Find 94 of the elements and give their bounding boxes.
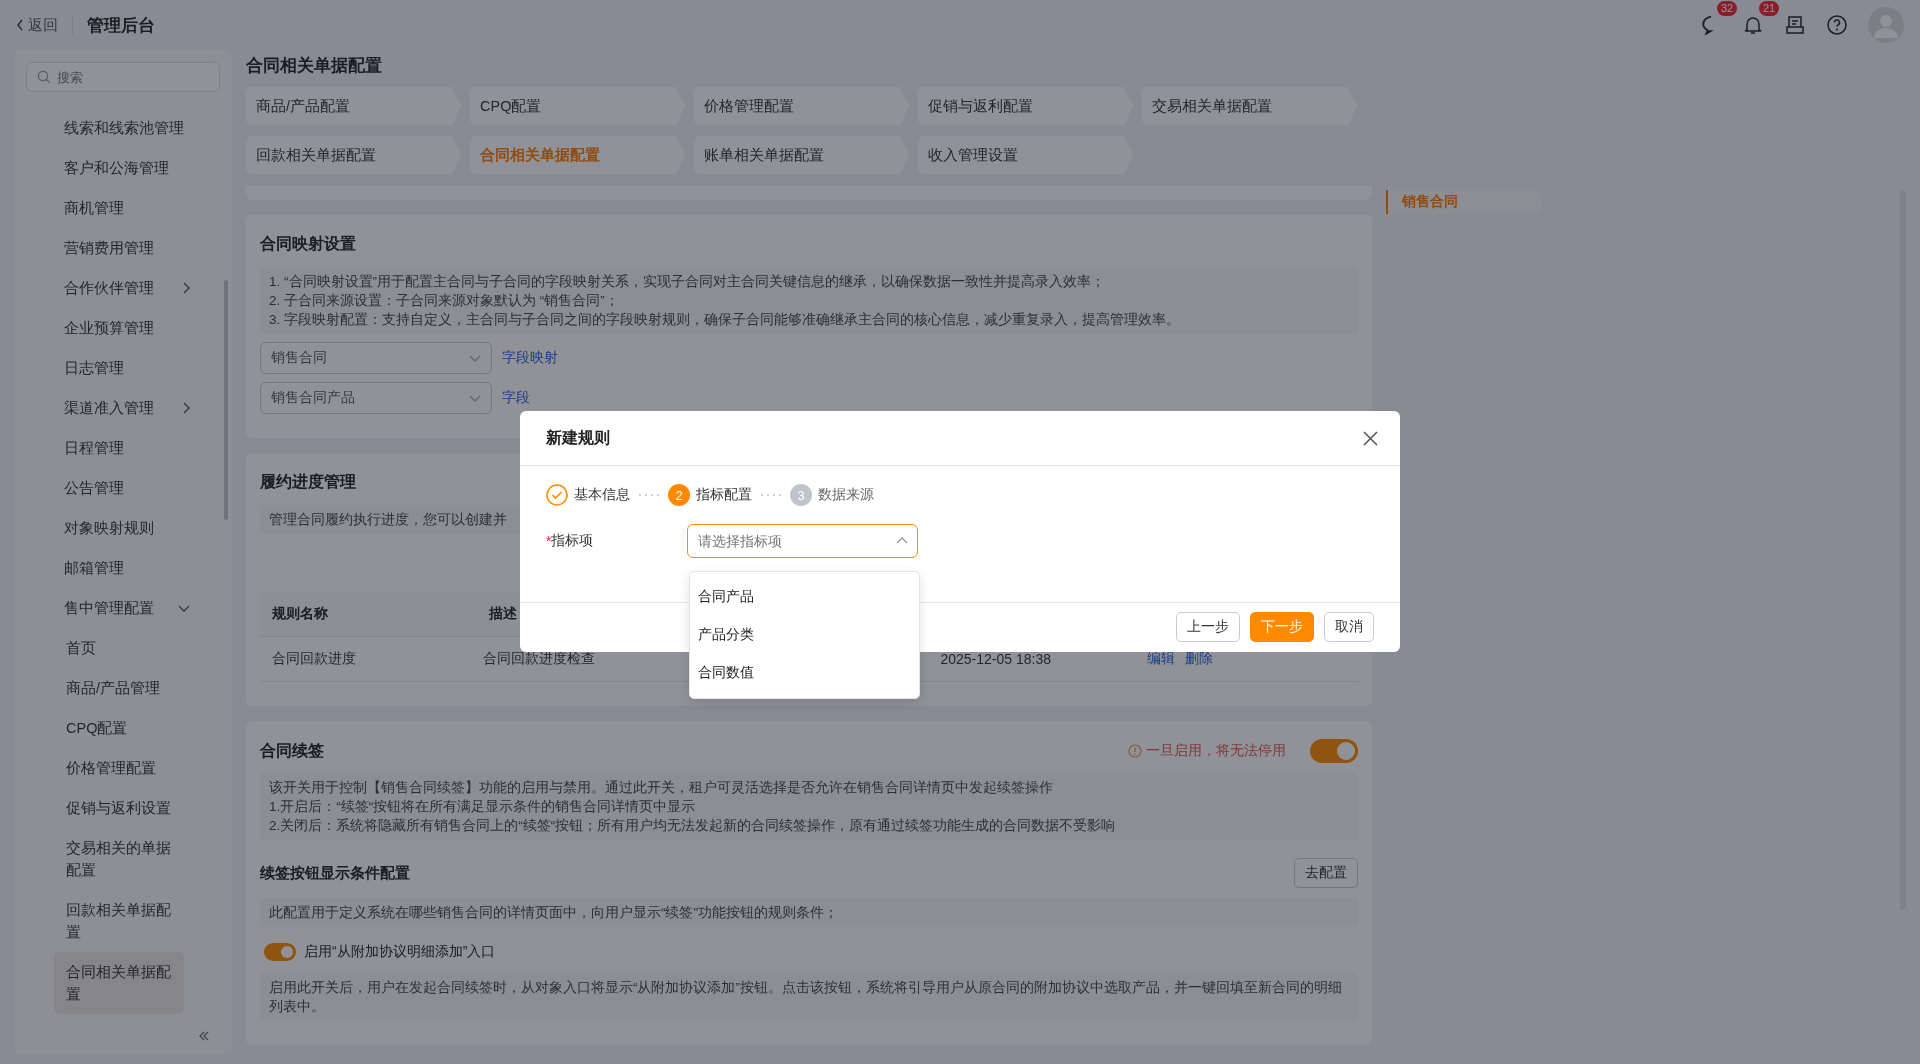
section-title: 合同映射设置 — [260, 234, 357, 254]
sidebar-item[interactable]: 商品/产品管理 — [26, 668, 220, 708]
sidebar-item[interactable]: 日志管理 — [26, 348, 220, 388]
note-text: 2.关闭后：系统将隐藏所有销售合同上的“续签“按钮；所有用户均无法发起新的合同续签操作，原有通过续签功能生成的合同数据不受影响 — [269, 817, 1117, 835]
note-text: 3. 字段映射配置：支持自定义，主合同与子合同之间的字段映射规则，确保子合同能够准确继承主合同的核心信息，减少重复录入，提高管理效率。 — [269, 311, 1181, 329]
step-label: 数据来源 — [818, 486, 874, 504]
dialog-title: 新建规则 — [546, 427, 610, 448]
sidebar-item[interactable]: 合同相关单据配置 — [54, 952, 184, 1014]
select-field[interactable]: 销售合同 — [260, 342, 492, 374]
back-link[interactable]: 返回 — [16, 15, 73, 35]
sidebar-item[interactable]: 商机管理 — [26, 188, 220, 228]
chevron-down-icon — [469, 354, 481, 362]
section-title: 续签按钮显示条件配置 — [260, 863, 410, 883]
dotted-connector — [638, 493, 660, 497]
note-text: 启用此开关后，用户在发起合同续签时，从对象入口将显示“从附加协议添加”按钮。点击该按钮，系统将引导用户从原合同的附加协议中选取产品，并一键回填至新合同的明细列表中。 — [269, 979, 1343, 1016]
count-badge: 32 — [1717, 1, 1738, 16]
action-link[interactable]: 编辑 — [1147, 650, 1176, 668]
chevron-right-icon — [183, 282, 190, 294]
field-mapping-link[interactable]: 字段映射 — [502, 349, 558, 367]
tab[interactable]: CPQ配置 — [470, 87, 685, 125]
sidebar-item[interactable]: 营销费用管理 — [26, 228, 220, 268]
note-text: 2. 子合同来源设置：子合同来源对象默认为 “销售合同”； — [269, 292, 620, 310]
tab[interactable]: 促销与返利配置 — [918, 87, 1133, 125]
chevron-left-icon — [16, 19, 24, 31]
column-header: 描述 — [489, 605, 518, 623]
action-link[interactable]: 删除 — [1185, 650, 1214, 668]
sidebar-item[interactable]: 客户和公海管理 — [26, 148, 220, 188]
required-mark: * — [546, 533, 552, 549]
sidebar-item[interactable]: CPQ配置 — [26, 708, 220, 748]
sidebar-item[interactable]: 线索和线索池管理 — [26, 108, 220, 148]
tab[interactable]: 账单相关单据配置 — [694, 136, 909, 174]
chevron-right-icon — [183, 402, 190, 414]
column-header: 规则名称 — [272, 605, 329, 623]
dropdown-option[interactable]: 合同产品 — [690, 578, 919, 616]
toggle-switch[interactable] — [264, 943, 296, 961]
sidebar-item[interactable]: 渠道准入管理 — [26, 388, 220, 428]
page-title: 合同相关单据配置 — [246, 55, 383, 77]
help-icon[interactable] — [1826, 14, 1848, 36]
select-field[interactable]: 销售合同产品 — [260, 382, 492, 414]
note-text: 1.开启后：“续签“按钮将在所有满足显示条件的销售合同详情页中显示 — [269, 798, 697, 816]
tab[interactable]: 商品/产品配置 — [246, 87, 461, 125]
count-badge: 21 — [1759, 1, 1780, 16]
select-field[interactable]: 请选择指标项 — [687, 524, 918, 558]
bell-icon[interactable] — [1742, 14, 1764, 36]
tab[interactable]: 交易相关单据配置 — [1142, 87, 1357, 125]
step-number: 2 — [668, 484, 690, 506]
collapse-icon[interactable] — [198, 1030, 210, 1042]
dialog-button[interactable]: 取消 — [1324, 612, 1374, 642]
section-title: 合同续签 — [260, 741, 324, 761]
warning-icon — [1128, 744, 1142, 758]
section-title: 履约进度管理 — [260, 472, 357, 492]
sidebar-item[interactable]: 邮箱管理 — [26, 548, 220, 588]
warning-text: 一旦启用，将无法停用 — [1146, 742, 1286, 760]
dotted-connector — [760, 493, 782, 497]
sidebar-item[interactable]: 促销与返利设置 — [26, 788, 220, 828]
step-label: 基本信息 — [574, 486, 630, 504]
table-cell-text: 合同回款进度 — [272, 650, 357, 668]
chevron-up-icon — [896, 537, 908, 544]
sidebar-item[interactable]: 合作伙伴管理 — [26, 268, 220, 308]
search-field[interactable]: 搜索 — [26, 62, 220, 92]
dropdown-option[interactable]: 合同数值 — [690, 654, 919, 692]
table-cell-text: 合同回款进度检查 — [482, 650, 596, 668]
app-title: 管理后台 — [87, 14, 155, 37]
note-text: 管理合同履约执行进度，您可以创建并 — [269, 511, 508, 529]
tab[interactable]: 回款相关单据配置 — [246, 136, 461, 174]
search-icon — [37, 70, 51, 84]
note-text: 该开关用于控制【销售合同续签】功能的启用与禁用。通过此开关，租户可灵活选择是否允许在销售合同详情页中发起续签操作 — [269, 779, 1054, 797]
chevron-down-icon — [469, 394, 481, 402]
sidebar-item[interactable]: 公告管理 — [26, 468, 220, 508]
note-text: 1. “合同映射设置”用于配置主合同与子合同的字段映射关系，实现子合同对主合同关键信息的继承，以确保数据一致性并提高录入效率； — [269, 273, 1106, 291]
note-text: 此配置用于定义系统在哪些销售合同的详情页面中，向用户显示“续签"功能按钮的规则条件； — [269, 904, 840, 922]
step-number: 3 — [790, 484, 812, 506]
sidebar-item[interactable]: 日程管理 — [26, 428, 220, 468]
field-label: 指标项 — [551, 532, 594, 550]
chevron-down-icon — [178, 604, 190, 612]
sidebar-item[interactable]: 售中管理配置 — [26, 588, 220, 628]
sidebar-item[interactable]: 交易相关的单据配置 — [26, 828, 220, 890]
sidebar-item[interactable]: 企业预算管理 — [26, 308, 220, 348]
sidebar-item[interactable]: 首页 — [26, 628, 220, 668]
field-mapping-link[interactable]: 字段 — [502, 389, 530, 407]
toggle-switch[interactable] — [1310, 739, 1358, 763]
sidebar-item[interactable]: 对象映射规则 — [26, 508, 220, 548]
sidebar-item[interactable]: 回款相关单据配置 — [26, 890, 220, 952]
sidebar-item[interactable]: 价格管理配置 — [26, 748, 220, 788]
tab[interactable]: 价格管理配置 — [694, 87, 909, 125]
dialog-button[interactable]: 上一步 — [1176, 612, 1240, 642]
close-icon[interactable] — [1363, 430, 1378, 446]
step-label: 指标配置 — [696, 486, 752, 504]
dropdown-option[interactable]: 产品分类 — [690, 616, 919, 654]
table-cell-text: 2025-12-05 18:38 — [940, 651, 1052, 667]
inbox-icon[interactable] — [1784, 14, 1806, 36]
tab[interactable]: 收入管理设置 — [918, 136, 1133, 174]
configure-button[interactable]: 去配置 — [1294, 858, 1358, 888]
toggle-label: 启用“从附加协议明细添加”入口 — [304, 943, 496, 961]
